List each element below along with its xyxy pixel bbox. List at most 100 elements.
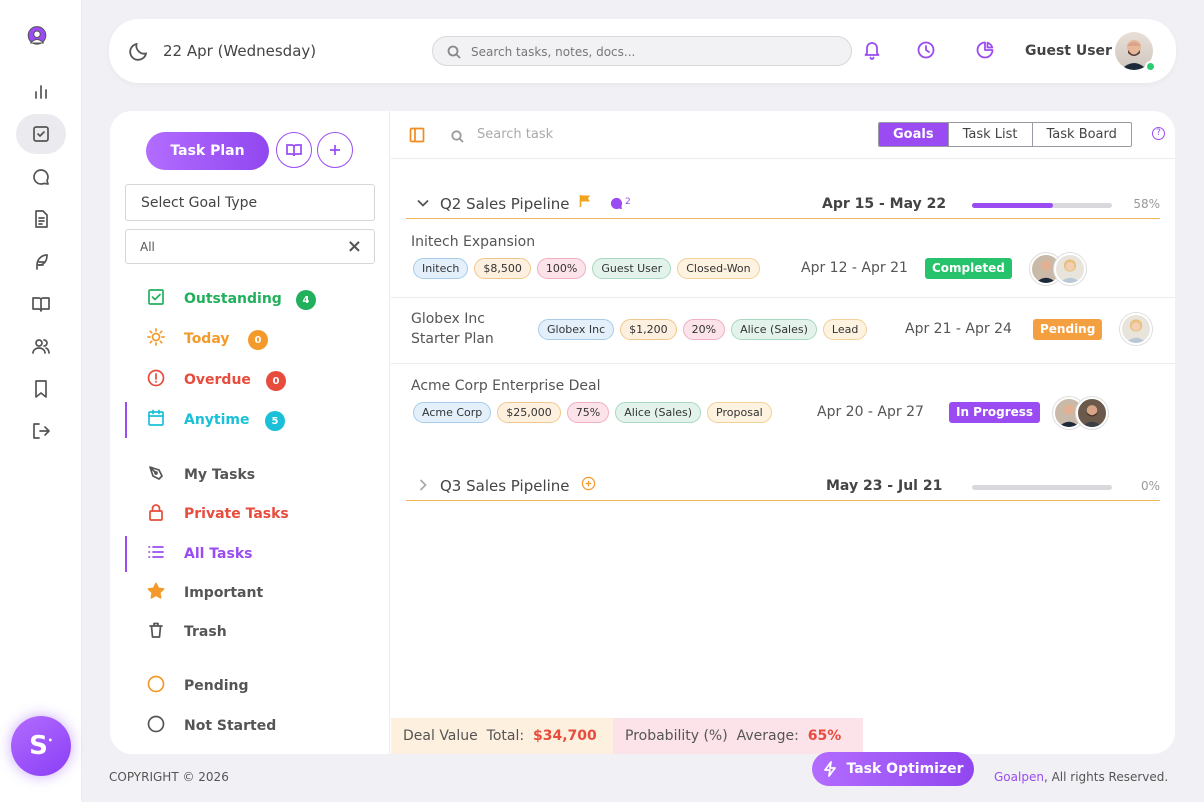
rights-text: , All rights Reserved. (1043, 770, 1169, 784)
plus-icon (330, 145, 340, 155)
left-rail: S • (0, 0, 82, 802)
nav-label: Not Started (184, 718, 277, 734)
content-toolbar: Goals Task List Task Board ? (391, 111, 1175, 159)
clock-icon[interactable] (916, 40, 938, 62)
stage-tag: Lead (822, 319, 868, 340)
count-badge: 0 (248, 330, 268, 350)
chevron-down-icon[interactable] (416, 195, 430, 214)
nav-important[interactable]: Important (125, 574, 375, 612)
summary-bar: Deal Value Total: $34,700 Probability (%… (391, 718, 863, 754)
nav-private-tasks[interactable]: Private Tasks (125, 495, 375, 533)
nav-pending[interactable]: Pending (125, 667, 375, 705)
chat-icon[interactable] (28, 164, 54, 190)
tasks-icon[interactable] (16, 114, 66, 154)
bell-icon[interactable] (862, 40, 884, 62)
task-search-input[interactable] (477, 125, 677, 143)
average-value: 65% (807, 728, 842, 744)
nav-my-tasks[interactable]: My Tasks (125, 456, 375, 494)
pie-chart-icon[interactable] (975, 40, 997, 62)
book-icon[interactable] (28, 291, 54, 317)
value-tag: $1,200 (620, 319, 677, 340)
task-optimizer-button[interactable]: Task Optimizer (812, 752, 974, 786)
bookmark-icon[interactable] (28, 376, 54, 402)
tab-task-list[interactable]: Task List (949, 123, 1033, 146)
stage-tag: Closed-Won (677, 258, 760, 279)
search-icon (447, 45, 461, 59)
deal-name-line1: Globex Inc (411, 311, 485, 327)
document-icon[interactable] (28, 206, 54, 232)
company-tag: Acme Corp (413, 402, 492, 423)
nav-anytime[interactable]: Anytime 5 (125, 401, 375, 439)
flag-icon[interactable] (578, 193, 592, 212)
filter-value: All (140, 240, 155, 254)
value-tag: $8,500 (474, 258, 531, 279)
sidebar-toggle-icon[interactable] (409, 127, 425, 147)
tab-goals[interactable]: Goals (879, 123, 949, 146)
avatar[interactable] (1054, 253, 1086, 285)
owner-tag: Alice (Sales) (615, 402, 702, 423)
deal-row[interactable]: Globex Inc Starter Plan Globex Inc $1,200… (391, 298, 1175, 364)
probability-summary: Probability (%) Average: 65% (613, 718, 863, 754)
pipeline-header[interactable]: Q3 Sales Pipeline May 23 - Jul 21 0% (406, 465, 1160, 501)
calendar-icon (147, 409, 167, 429)
deal-tags: Initech $8,500 100% Guest User Closed-Wo… (413, 258, 760, 279)
check-square-icon (147, 288, 167, 308)
progress-percent: 58% (1133, 197, 1160, 211)
probability-tag: 75% (566, 402, 610, 423)
help-icon[interactable]: ? (1152, 127, 1165, 140)
tab-task-board[interactable]: Task Board (1033, 123, 1131, 146)
nav-today[interactable]: Today 0 (125, 320, 375, 358)
deal-name: Acme Corp Enterprise Deal (411, 378, 601, 394)
moon-icon[interactable] (128, 40, 150, 62)
add-button[interactable] (317, 132, 353, 168)
task-plan-button[interactable]: Task Plan (146, 132, 269, 170)
pipeline-title: Q2 Sales Pipeline (440, 195, 570, 213)
lock-icon (147, 503, 167, 523)
current-date: 22 Apr (Wednesday) (163, 42, 317, 60)
lightning-icon (824, 761, 837, 777)
nav-overdue[interactable]: Overdue 0 (125, 361, 375, 399)
pipeline-header[interactable]: Q2 Sales Pipeline 2 Apr 15 - May 22 58% (406, 183, 1160, 219)
global-search[interactable] (432, 36, 852, 66)
deal-row[interactable]: Initech Expansion Initech $8,500 100% Gu… (391, 220, 1175, 298)
avatar[interactable] (1120, 313, 1152, 345)
book-icon (286, 144, 302, 157)
nav-label: Pending (184, 678, 249, 694)
clear-icon[interactable]: × (347, 236, 362, 257)
avatar[interactable] (1076, 397, 1108, 429)
open-book-button[interactable] (276, 132, 312, 168)
deal-dates: Apr 20 - Apr 27 (817, 404, 924, 420)
analytics-icon[interactable] (28, 79, 54, 105)
assistant-button[interactable]: S • (11, 716, 71, 776)
nav-not-started[interactable]: Not Started (125, 707, 375, 745)
comment-icon[interactable] (610, 195, 623, 214)
users-icon[interactable] (28, 333, 54, 359)
logout-icon[interactable] (28, 418, 54, 444)
deal-row[interactable]: Acme Corp Enterprise Deal Acme Corp $25,… (391, 364, 1175, 442)
view-switcher: Goals Task List Task Board (878, 122, 1132, 147)
add-circle-icon[interactable] (581, 476, 596, 495)
nav-trash[interactable]: Trash (125, 613, 375, 651)
probability-tag: 20% (682, 319, 726, 340)
company-tag: Globex Inc (538, 319, 615, 340)
count-badge: 0 (266, 371, 286, 391)
stage-tag: Proposal (707, 402, 772, 423)
chevron-right-icon[interactable] (416, 477, 430, 496)
goal-type-select[interactable]: Select Goal Type (125, 184, 375, 221)
feather-icon[interactable] (28, 249, 54, 275)
total-label: Total: (486, 728, 525, 744)
deal-name: Globex Inc Starter Plan (411, 309, 494, 349)
deal-tags: Globex Inc $1,200 20% Alice (Sales) Lead (538, 319, 868, 340)
global-search-input[interactable] (471, 43, 831, 61)
owner-tag: Alice (Sales) (731, 319, 817, 340)
pen-tool-icon (147, 464, 167, 484)
nav-outstanding[interactable]: Outstanding 4 (125, 280, 375, 318)
goals-content: Goals Task List Task Board ? Q2 Sales Pi… (391, 111, 1175, 754)
nav-label: My Tasks (184, 467, 256, 483)
filter-select[interactable]: All × (125, 229, 375, 264)
brand-link[interactable]: Goalpen (994, 770, 1044, 784)
circle-icon (147, 715, 167, 735)
user-name[interactable]: Guest User (1025, 43, 1112, 59)
nav-all-tasks[interactable]: All Tasks (125, 535, 375, 573)
app-logo[interactable] (27, 26, 61, 58)
